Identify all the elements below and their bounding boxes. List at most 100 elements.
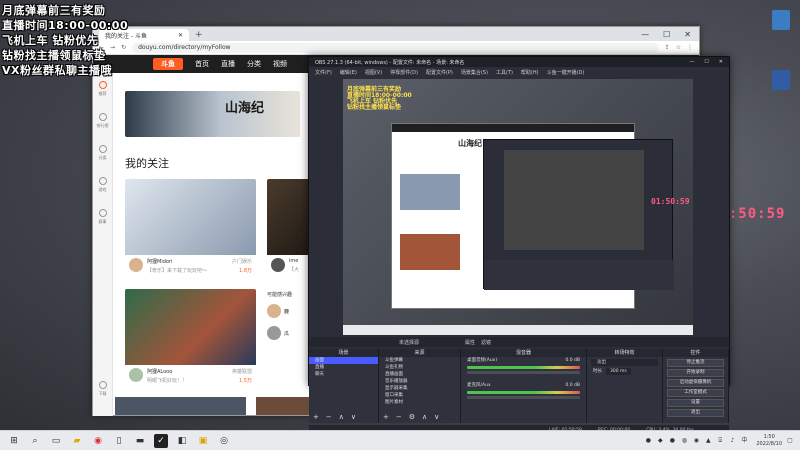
volume-slider[interactable] (467, 371, 580, 374)
filters-button[interactable]: 滤镜 (481, 339, 491, 346)
sidebar-item-match[interactable]: 赛事 (93, 201, 112, 233)
overlay-line: 飞机上车 钻粉优先 (2, 34, 99, 47)
desktop-app-icon[interactable] (772, 10, 790, 30)
volume-icon[interactable]: ♪ (728, 437, 736, 445)
gear-icon[interactable]: ⚙ (409, 413, 415, 421)
tray-app-icon[interactable]: ● (644, 437, 652, 445)
ime-icon[interactable]: 中 (740, 437, 748, 445)
file-icon[interactable]: ▯ (112, 434, 126, 448)
source-item[interactable]: 斗鱼礼物 (379, 364, 460, 371)
minimize-icon[interactable]: — (689, 59, 694, 65)
stream-thumbnail[interactable] (115, 397, 246, 415)
file-explorer-icon[interactable]: ▰ (70, 434, 84, 448)
source-item[interactable]: 显示器采集 (379, 385, 460, 392)
properties-button[interactable]: 属性 (465, 339, 475, 346)
obs-preview[interactable]: 月底弹幕前三有奖励 直播时间18:00-00:00 飞机上车 钻粉优先 钻粉找主… (343, 79, 693, 335)
source-item[interactable]: 图片素材 (379, 399, 460, 406)
url-input[interactable]: douyu.com/directory/myFollow (132, 42, 659, 53)
virtual-camera-button[interactable]: 启动虚拟摄像机 (667, 379, 724, 387)
tray-app-icon[interactable]: ◉ (692, 437, 700, 445)
obs-icon[interactable]: ✓ (154, 433, 168, 448)
studio-mode-button[interactable]: 工作室模式 (667, 389, 724, 397)
menu-help[interactable]: 帮助(H) (521, 69, 539, 76)
move-down-icon[interactable]: ∨ (434, 413, 439, 421)
app-icon[interactable]: ◎ (217, 434, 231, 448)
menu-tools[interactable]: 工具(T) (496, 69, 513, 76)
tray-app-icon[interactable]: ◆ (656, 437, 664, 445)
new-tab-icon[interactable]: + (195, 30, 203, 41)
move-up-icon[interactable]: ∧ (339, 413, 344, 421)
menu-edit[interactable]: 编辑(E) (340, 69, 357, 76)
add-source-icon[interactable]: + (383, 413, 389, 421)
menu-docks[interactable]: 停靠部件(D) (390, 69, 418, 76)
share-icon[interactable]: ⇪ (665, 44, 670, 51)
move-down-icon[interactable]: ∨ (351, 413, 356, 421)
windows-start-icon[interactable]: ⊞ (7, 434, 21, 448)
start-recording-button[interactable]: 开始录制 (667, 369, 724, 377)
transition-select[interactable]: 淡出 (591, 359, 658, 366)
notification-icon[interactable]: ▢ (786, 437, 794, 445)
exit-button[interactable]: 退出 (667, 409, 724, 417)
source-item[interactable]: 音乐播放器 (379, 378, 460, 385)
desktop-photoshop-icon[interactable] (772, 70, 790, 90)
stream-card[interactable]: ime 【大 (267, 179, 312, 279)
maximize-icon[interactable]: ☐ (663, 29, 670, 41)
maximize-icon[interactable]: ☐ (704, 59, 708, 65)
close-icon[interactable]: ✕ (684, 29, 691, 41)
nav-live[interactable]: 直播 (221, 59, 235, 69)
recommend-item[interactable]: 瓜 (267, 326, 312, 340)
sidebar-item-game[interactable]: 游戏 (93, 169, 112, 201)
chrome-icon[interactable]: ◉ (91, 434, 105, 448)
move-up-icon[interactable]: ∧ (422, 413, 427, 421)
source-item[interactable]: 直播画面 (379, 371, 460, 378)
reload-icon[interactable]: ↻ (121, 44, 126, 51)
duration-input[interactable]: 300 ms (606, 368, 631, 375)
sidebar-item-download[interactable]: 下载 (93, 373, 112, 405)
tab-close-icon[interactable]: ✕ (178, 32, 183, 39)
stream-card[interactable]: 阿狸Midori 【奇乐】来下载了玩玩吧～ 户门娱乐 1.8万 (125, 179, 256, 279)
douyu-logo[interactable]: 斗鱼 (153, 58, 183, 70)
settings-button[interactable]: 设置 (667, 399, 724, 407)
scene-item[interactable]: 画面 (309, 357, 378, 364)
search-icon[interactable]: ⌕ (28, 434, 42, 448)
tray-app-icon[interactable]: ● (668, 437, 676, 445)
volume-slider[interactable] (467, 396, 580, 399)
source-item[interactable]: 斗鱼弹幕 (379, 357, 460, 364)
add-scene-icon[interactable]: + (313, 413, 319, 421)
minimize-icon[interactable]: — (641, 29, 649, 41)
recommend-item[interactable]: 鹿 (267, 304, 312, 318)
scene-item[interactable]: 聊天 (309, 371, 378, 378)
app-icon[interactable]: ▣ (196, 434, 210, 448)
clock[interactable]: 1:50 2022/8/10 (756, 434, 782, 448)
remove-source-icon[interactable]: − (396, 413, 402, 421)
stream-card[interactable]: 阿狸ALooo 明眼飞机好玩！！ 英雄联盟 1.5万 (125, 289, 256, 389)
card-category: 英雄联盟 (231, 369, 252, 375)
remove-scene-icon[interactable]: − (326, 413, 332, 421)
app-icon[interactable]: ▬ (133, 434, 147, 448)
nav-video[interactable]: 视频 (273, 59, 287, 69)
forward-icon[interactable]: → (110, 44, 115, 51)
task-view-icon[interactable]: ▭ (49, 434, 63, 448)
sidebar-item-rank[interactable]: 排行榜 (93, 105, 112, 137)
menu-file[interactable]: 文件(F) (315, 69, 332, 76)
app-icon[interactable]: ◧ (175, 434, 189, 448)
close-icon[interactable]: ✕ (719, 59, 723, 65)
nav-home[interactable]: 首页 (195, 59, 209, 69)
menu-scene-collection[interactable]: 场景集合(S) (461, 69, 488, 76)
section-title: 我的关注 (125, 157, 169, 170)
tray-app-icon[interactable]: ▲ (704, 437, 712, 445)
menu-profile[interactable]: 配置文件(P) (426, 69, 453, 76)
menu-icon[interactable]: ⋮ (687, 44, 693, 51)
nav-category[interactable]: 分类 (247, 59, 261, 69)
network-icon[interactable]: ⌸ (716, 437, 724, 445)
menu-view[interactable]: 视图(V) (365, 69, 382, 76)
menu-douyu[interactable]: 斗鱼一键开播(D) (547, 69, 585, 76)
source-item[interactable]: 窗口采集 (379, 392, 460, 399)
game-icon (98, 177, 107, 185)
tray-app-icon[interactable]: ◍ (680, 437, 688, 445)
game-banner[interactable]: 山海纪 (125, 91, 300, 137)
sidebar-item-category[interactable]: 分类 (93, 137, 112, 169)
scene-item[interactable]: 直播 (309, 364, 378, 371)
stop-streaming-button[interactable]: 停止推流 (667, 359, 724, 367)
star-icon[interactable]: ☆ (676, 44, 681, 51)
